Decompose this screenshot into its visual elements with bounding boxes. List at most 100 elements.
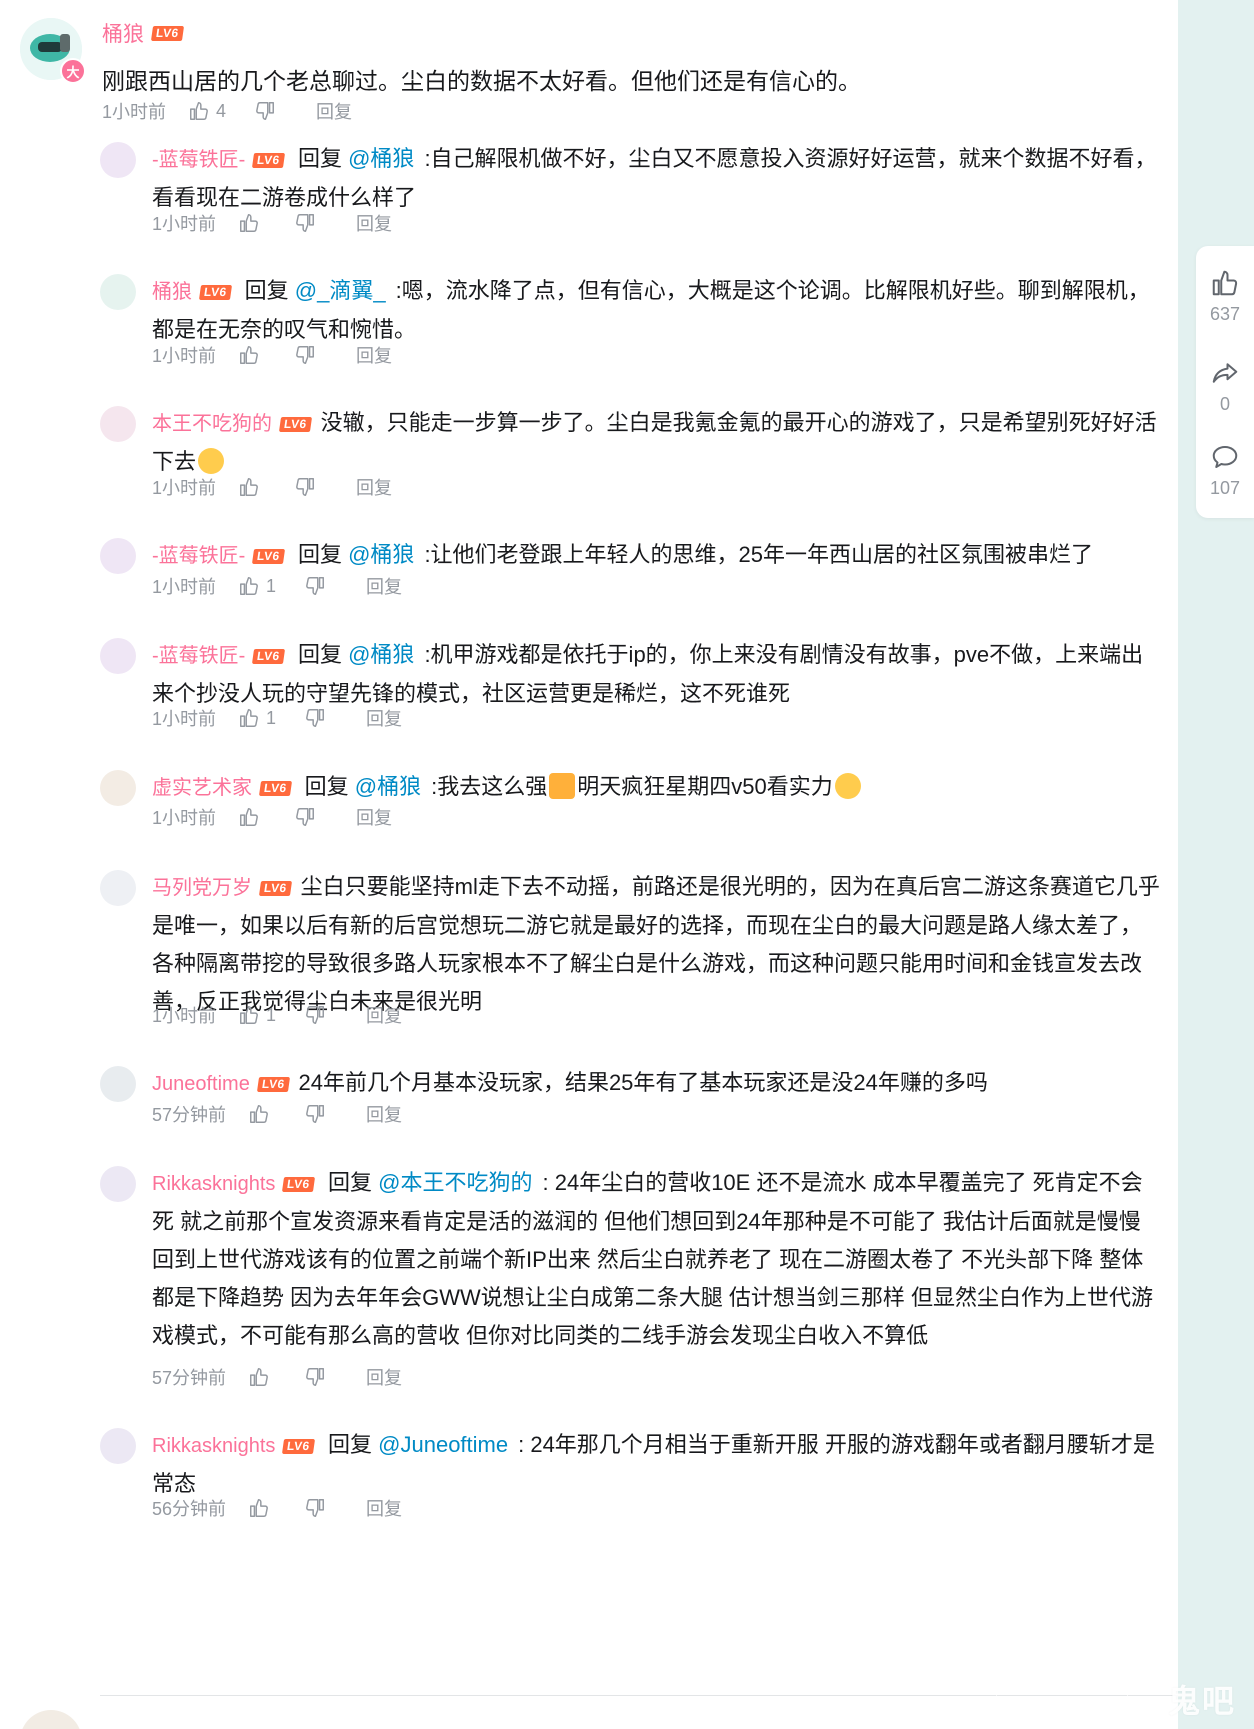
avatar[interactable] [100, 1428, 136, 1464]
mention-link[interactable]: @桶狼 [348, 642, 414, 667]
username[interactable]: 桶狼 [152, 273, 192, 311]
thumb-up-icon [240, 478, 258, 496]
dislike-button[interactable] [294, 476, 322, 498]
like-button[interactable] [248, 1366, 276, 1388]
mention-link[interactable]: @本王不吃狗的 [378, 1170, 532, 1195]
like-button[interactable] [248, 1103, 276, 1125]
username[interactable]: -蓝莓铁匠- [152, 537, 245, 575]
avatar[interactable] [100, 638, 136, 674]
reply-button[interactable]: 回复 [356, 804, 392, 830]
timestamp: 1小时前 [152, 214, 217, 234]
side-share-button[interactable]: 0 [1196, 358, 1254, 415]
reply-body: Rikkasknights LV6 回复 @Juneoftime: 24年那几个月相… [152, 1426, 1162, 1503]
like-button[interactable] [238, 344, 266, 366]
username[interactable]: -蓝莓铁匠- [152, 141, 245, 179]
reply-button[interactable]: 回复 [366, 1495, 402, 1521]
avatar[interactable] [100, 538, 136, 574]
mention-link[interactable]: @_滴翼_ [295, 278, 386, 303]
thumb-down-icon [306, 1368, 325, 1386]
username[interactable]: -蓝莓铁匠- [152, 637, 245, 675]
side-like-count: 637 [1209, 304, 1241, 324]
avatar[interactable] [100, 274, 136, 310]
reply-meta: 57分钟前 回复 [152, 1364, 402, 1390]
like-count: 4 [216, 100, 227, 121]
username[interactable]: 马列党万岁 [152, 869, 252, 907]
level-badge: LV6 [282, 1438, 316, 1454]
like-button[interactable] [238, 806, 266, 828]
mention-link[interactable]: @桶狼 [355, 774, 421, 799]
avatar[interactable]: 大 [20, 18, 86, 84]
thumb-down-icon [296, 214, 314, 232]
avatar[interactable] [100, 870, 136, 906]
username[interactable]: Juneoftime [152, 1065, 250, 1103]
dislike-button[interactable] [304, 707, 332, 729]
level-badge: LV6 [150, 25, 184, 41]
mention-link[interactable]: @桶狼 [348, 146, 414, 171]
reply-button[interactable]: 回复 [366, 1364, 402, 1390]
reply-button[interactable]: 回复 [316, 98, 352, 124]
level-badge: LV6 [282, 1176, 316, 1192]
thumb-down-icon [306, 709, 325, 727]
reply-body: 马列党万岁 LV6 尘白只要能坚持ml走下去不动摇，前路还是很光明的，因为在真后宫二… [152, 868, 1162, 1021]
like-button[interactable]: 1 [238, 575, 276, 597]
username[interactable]: 虚实艺术家 [152, 769, 252, 807]
avatar[interactable] [100, 770, 136, 806]
avatar[interactable] [100, 1166, 136, 1202]
avatar[interactable] [100, 1066, 136, 1102]
like-button[interactable] [248, 1497, 276, 1519]
thumb-up-icon [240, 214, 258, 232]
username[interactable]: Rikkasknights [152, 1165, 275, 1203]
reply-meta: 1小时前 1 回复 [152, 1002, 402, 1028]
timestamp: 1小时前 [102, 102, 167, 122]
avatar[interactable] [100, 142, 136, 178]
timestamp: 57分钟前 [152, 1105, 227, 1125]
reply-meta: 1小时前 1 回复 [152, 573, 402, 599]
reply-meta: 1小时前 回复 [152, 474, 392, 500]
dislike-button[interactable] [304, 1497, 332, 1519]
like-button[interactable] [238, 212, 266, 234]
reply-button[interactable]: 回复 [366, 705, 402, 731]
reply-button[interactable]: 回复 [356, 342, 392, 368]
reply-text: 24年前几个月基本没玩家，结果25年有了基本玩家还是没24年赚的多吗 [298, 1070, 988, 1095]
comment-bubble-icon [1212, 446, 1238, 468]
side-comment-button[interactable]: 107 [1196, 442, 1254, 499]
username[interactable]: 本王不吃狗的 [152, 405, 272, 443]
reply-word: 回复 [297, 146, 342, 171]
mention-link[interactable]: @桶狼 [348, 542, 414, 567]
reply-button[interactable]: 回复 [366, 573, 402, 599]
mention-link[interactable]: @Juneoftime [378, 1432, 508, 1457]
dislike-button[interactable] [304, 1366, 332, 1388]
reply-body: -蓝莓铁匠- LV6 回复 @桶狼:自己解限机做不好，尘白又不愿意投入资源好好运营，… [152, 140, 1162, 217]
dislike-button[interactable] [294, 212, 322, 234]
username[interactable]: 桶狼 [102, 18, 144, 48]
like-button[interactable]: 1 [238, 707, 276, 729]
thumb-down-icon [306, 1006, 325, 1024]
dislike-button[interactable] [254, 100, 282, 122]
like-count: 1 [266, 575, 277, 596]
reply-button[interactable]: 回复 [366, 1101, 402, 1127]
thumb-down-icon [296, 808, 314, 826]
reply-button[interactable]: 回复 [356, 474, 392, 500]
like-button[interactable] [238, 476, 266, 498]
reply-body: 虚实艺术家 LV6 回复 @桶狼:我去这么强 明天疯狂星期四v50看实力 [152, 768, 1162, 807]
thumb-down-icon [256, 102, 275, 120]
reply-button[interactable]: 回复 [366, 1002, 402, 1028]
dislike-button[interactable] [294, 806, 322, 828]
dislike-button[interactable] [294, 344, 322, 366]
reply-button[interactable]: 回复 [356, 210, 392, 236]
side-like-button[interactable]: 637 [1196, 268, 1254, 325]
dislike-button[interactable] [304, 1103, 332, 1125]
dislike-button[interactable] [304, 575, 332, 597]
thumb-up-icon [240, 709, 258, 727]
dislike-button[interactable] [304, 1004, 332, 1026]
like-button[interactable]: 4 [188, 100, 226, 122]
next-comment-avatar[interactable] [20, 1710, 82, 1729]
thumb-down-icon [306, 1105, 325, 1123]
like-button[interactable]: 1 [238, 1004, 276, 1026]
avatar[interactable] [100, 406, 136, 442]
thumb-up-icon [240, 808, 258, 826]
timestamp: 1小时前 [152, 478, 217, 498]
level-badge: LV6 [258, 780, 292, 796]
username[interactable]: Rikkasknights [152, 1427, 275, 1465]
reply-body: Juneoftime LV6 24年前几个月基本没玩家，结果25年有了基本玩家还是没… [152, 1064, 1162, 1103]
